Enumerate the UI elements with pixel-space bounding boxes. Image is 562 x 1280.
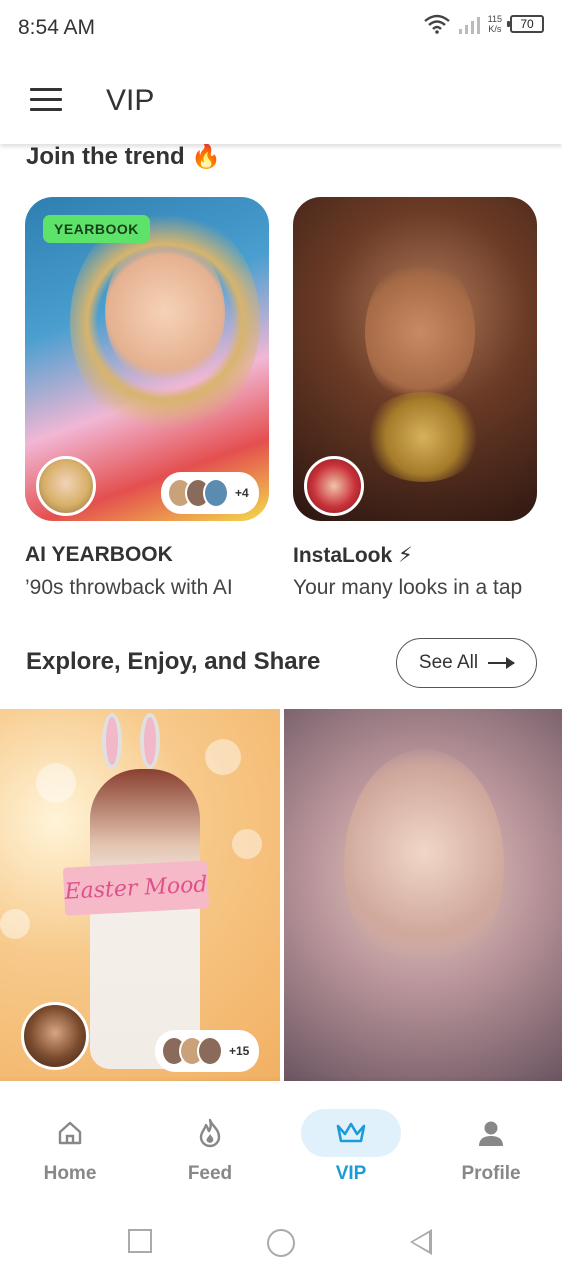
status-time: 8:54 AM bbox=[18, 16, 96, 39]
easter-sign: Easter Mood bbox=[62, 860, 210, 916]
crown-icon bbox=[301, 1109, 401, 1157]
portrait-figure bbox=[90, 769, 200, 1069]
app-bar: VIP bbox=[0, 56, 562, 144]
bottom-nav: Home Feed VIP Profile bbox=[0, 1081, 562, 1207]
nav-label: Feed bbox=[187, 1163, 233, 1184]
avatar[interactable] bbox=[36, 456, 96, 516]
avatar[interactable] bbox=[304, 456, 364, 516]
back-button[interactable] bbox=[410, 1229, 432, 1255]
page-title: VIP bbox=[106, 84, 155, 117]
participants-count: +15 bbox=[229, 1044, 250, 1058]
explore-item[interactable] bbox=[284, 709, 562, 1081]
flame-icon bbox=[160, 1109, 260, 1157]
system-nav-bar bbox=[0, 1207, 562, 1280]
nav-item-profile[interactable]: Profile bbox=[431, 1101, 551, 1191]
nav-label: Home bbox=[43, 1163, 97, 1184]
home-icon bbox=[20, 1109, 120, 1157]
signal-icon bbox=[458, 17, 480, 34]
see-all-button[interactable]: See All bbox=[396, 638, 537, 688]
portrait-necklace bbox=[363, 392, 483, 482]
status-bar: 8:54 AM 115 K/s 70 bbox=[0, 0, 562, 56]
participant-avatar bbox=[203, 478, 229, 508]
arrow-right-icon bbox=[488, 657, 516, 669]
avatar[interactable] bbox=[21, 1002, 89, 1070]
card-title[interactable]: InstaLook ⚡ bbox=[293, 543, 413, 568]
network-speed-unit: K/s bbox=[488, 24, 502, 34]
status-icons: 115 K/s 70 bbox=[423, 14, 544, 34]
nav-item-vip[interactable]: VIP bbox=[291, 1101, 411, 1191]
nav-item-feed[interactable]: Feed bbox=[150, 1101, 270, 1191]
participants-pill[interactable]: +15 bbox=[155, 1030, 260, 1072]
participants-pill[interactable]: +4 bbox=[161, 472, 259, 514]
participants-count: +4 bbox=[235, 486, 249, 500]
portrait-face bbox=[105, 237, 225, 387]
portrait-face bbox=[344, 749, 504, 979]
menu-icon[interactable] bbox=[30, 88, 62, 112]
person-icon bbox=[441, 1109, 541, 1157]
recent-apps-button[interactable] bbox=[128, 1229, 152, 1253]
trend-section-title: Join the trend 🔥 bbox=[26, 143, 222, 170]
card-description: ’90s throwback with AI bbox=[25, 576, 233, 599]
nav-label: VIP bbox=[335, 1163, 367, 1184]
nav-label: Profile bbox=[461, 1163, 521, 1184]
network-speed: 115 K/s bbox=[488, 14, 502, 34]
portrait-face bbox=[365, 257, 475, 407]
card-description: Your many looks in a tap bbox=[293, 576, 523, 599]
participant-avatar bbox=[197, 1036, 223, 1066]
see-all-label: See All bbox=[418, 652, 479, 673]
explore-section-title: Explore, Enjoy, and Share bbox=[26, 648, 321, 675]
yearbook-badge: YEARBOOK bbox=[43, 215, 150, 243]
wifi-icon bbox=[423, 14, 450, 34]
nav-item-home[interactable]: Home bbox=[10, 1101, 130, 1191]
easter-sign-text: Easter Mood bbox=[63, 871, 209, 905]
home-button[interactable] bbox=[267, 1229, 295, 1257]
battery-icon: 70 bbox=[507, 15, 544, 33]
network-speed-value: 115 bbox=[487, 14, 502, 24]
card-title[interactable]: AI YEARBOOK bbox=[25, 543, 173, 567]
battery-level: 70 bbox=[520, 17, 534, 31]
